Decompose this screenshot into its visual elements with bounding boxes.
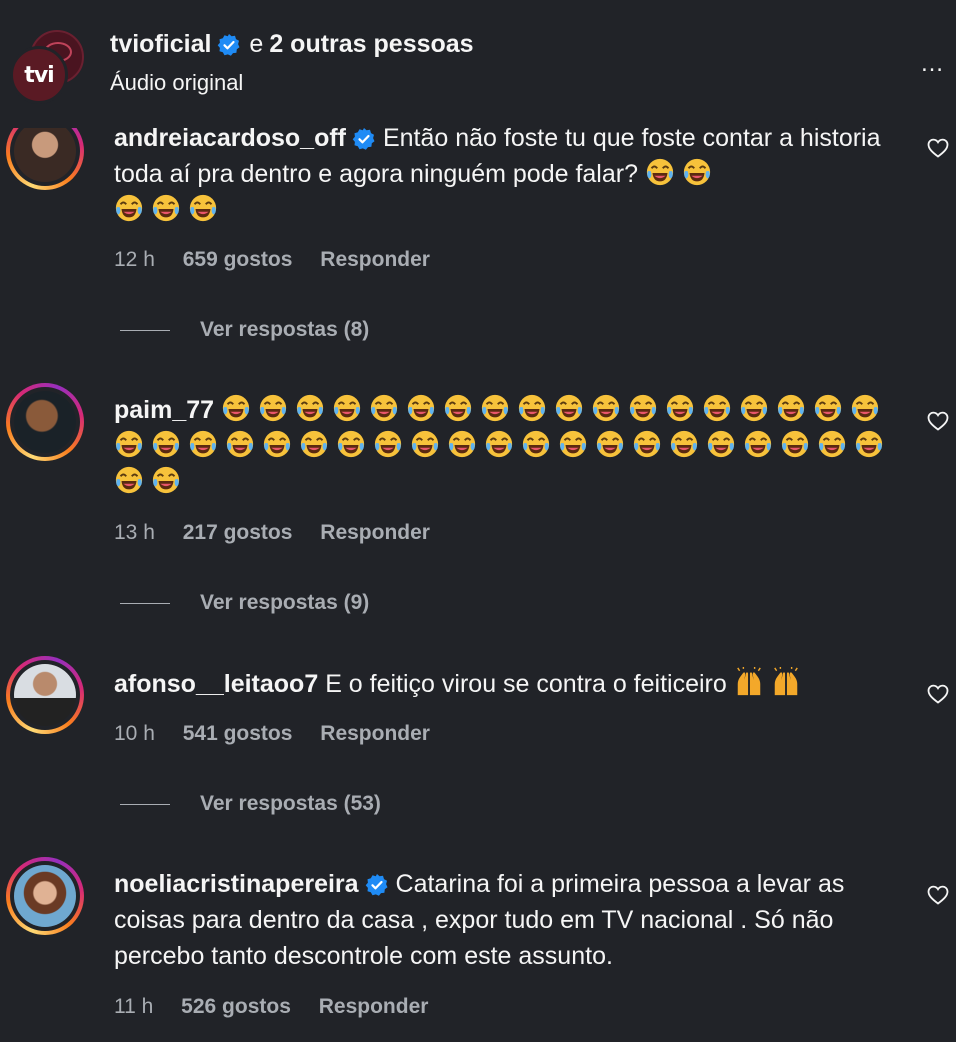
laugh-emoji-icon xyxy=(780,429,810,459)
comment-meta: 10 h 541 gostos Responder xyxy=(114,722,452,746)
laugh-emoji-icon xyxy=(480,393,510,423)
laugh-emoji-icon xyxy=(262,429,292,459)
laugh-emoji-icon xyxy=(447,429,477,459)
comment-text: afonso__leitaoo7 E o feitiço virou se co… xyxy=(114,666,894,702)
view-replies-button[interactable]: Ver respostas (53) xyxy=(120,792,381,816)
laugh-emoji-icon xyxy=(743,429,773,459)
comment-time: 10 h xyxy=(114,722,155,745)
comment-time: 13 h xyxy=(114,521,155,544)
laugh-emoji-icon xyxy=(854,429,884,459)
laugh-emojis xyxy=(114,396,891,496)
comment-username[interactable]: paim_77 xyxy=(114,396,214,424)
reply-button[interactable]: Responder xyxy=(320,521,430,544)
comment-meta: 13 h 217 gostos Responder xyxy=(114,521,452,545)
verified-badge-icon xyxy=(365,873,389,897)
like-heart-icon[interactable] xyxy=(926,409,950,433)
laugh-emoji-icon xyxy=(299,429,329,459)
view-replies-label: Ver respostas (9) xyxy=(200,591,370,614)
divider-line xyxy=(120,803,170,805)
laugh-emoji-icon xyxy=(188,429,218,459)
raising-hands-emojis xyxy=(734,670,808,698)
avatar[interactable] xyxy=(6,656,84,734)
laugh-emoji-icon xyxy=(114,465,144,495)
reply-button[interactable]: Responder xyxy=(319,995,429,1018)
laugh-emoji-icon xyxy=(776,393,806,423)
laugh-emoji-icon xyxy=(336,429,366,459)
comment-body: E o feitiço virou se contra o feiticeiro xyxy=(325,670,727,698)
avatar[interactable] xyxy=(6,857,84,935)
divider-line xyxy=(120,602,170,604)
account-name[interactable]: tvioficial xyxy=(110,30,211,59)
laugh-emoji-icon xyxy=(628,393,658,423)
laugh-emoji-icon xyxy=(443,393,473,423)
laugh-emoji-icon xyxy=(406,393,436,423)
comment-username[interactable]: andreiacardoso_off xyxy=(114,124,346,152)
header-title: tvioficial e 2 outras pessoas xyxy=(110,30,474,59)
comment-text: paim_77 xyxy=(114,392,894,500)
laugh-emoji-icon xyxy=(225,429,255,459)
laugh-emoji-icon xyxy=(558,429,588,459)
like-heart-icon[interactable] xyxy=(926,136,950,160)
comment-text: noeliacristinapereira Catarina foi a pri… xyxy=(114,866,894,974)
account-avatar[interactable]: tvi xyxy=(8,30,84,104)
laugh-emoji-icon xyxy=(817,429,847,459)
laugh-emoji-icon xyxy=(373,429,403,459)
laugh-emoji-icon xyxy=(484,429,514,459)
connector-text: e xyxy=(249,30,264,58)
laugh-emoji-icon xyxy=(517,393,547,423)
laugh-emoji-icon xyxy=(258,393,288,423)
post-header: tvi tvioficial e 2 outras pessoas Áudio … xyxy=(0,0,956,128)
comment-meta: 11 h 526 gostos Responder xyxy=(114,995,450,1019)
laugh-emoji-icon xyxy=(221,393,251,423)
like-heart-icon[interactable] xyxy=(926,883,950,907)
avatar[interactable] xyxy=(6,383,84,461)
laugh-emoji-icon xyxy=(813,393,843,423)
laugh-emoji-icon xyxy=(702,393,732,423)
laugh-emoji-icon xyxy=(591,393,621,423)
laugh-emoji-icon xyxy=(665,393,695,423)
comment-likes[interactable]: 526 gostos xyxy=(181,995,291,1018)
laugh-emoji-icon xyxy=(295,393,325,423)
like-heart-icon[interactable] xyxy=(926,682,950,706)
audio-label[interactable]: Áudio original xyxy=(110,70,243,96)
laugh-emoji-icon xyxy=(332,393,362,423)
divider-line xyxy=(120,329,170,331)
view-replies-button[interactable]: Ver respostas (9) xyxy=(120,591,369,615)
laugh-emoji-icon xyxy=(554,393,584,423)
laugh-emoji-icon xyxy=(669,429,699,459)
laugh-emoji-icon xyxy=(151,429,181,459)
laugh-emoji-icon xyxy=(369,393,399,423)
comment-likes[interactable]: 217 gostos xyxy=(183,521,293,544)
comment-username[interactable]: afonso__leitaoo7 xyxy=(114,670,318,698)
comment-text: andreiacardoso_off Então não foste tu qu… xyxy=(114,120,894,228)
comment-time: 12 h xyxy=(114,248,155,271)
comment-likes[interactable]: 541 gostos xyxy=(183,722,293,745)
laugh-emoji-icon xyxy=(595,429,625,459)
laugh-emoji-icon xyxy=(151,465,181,495)
laugh-emoji-icon xyxy=(706,429,736,459)
others-link[interactable]: 2 outras pessoas xyxy=(269,30,473,59)
laugh-emoji-icon xyxy=(632,429,662,459)
comment-likes[interactable]: 659 gostos xyxy=(183,248,293,271)
tvi-logo: tvi xyxy=(10,46,68,104)
view-replies-button[interactable]: Ver respostas (8) xyxy=(120,318,369,342)
reply-button[interactable]: Responder xyxy=(320,722,430,745)
laugh-emoji-icon xyxy=(114,429,144,459)
laugh-emoji-icon xyxy=(410,429,440,459)
verified-badge-icon xyxy=(352,127,376,151)
view-replies-label: Ver respostas (53) xyxy=(200,792,381,815)
comment-time: 11 h xyxy=(114,995,154,1018)
laugh-emoji-icon xyxy=(739,393,769,423)
laugh-emoji-icon xyxy=(850,393,880,423)
comment-meta: 12 h 659 gostos Responder xyxy=(114,248,452,272)
reply-button[interactable]: Responder xyxy=(320,248,430,271)
more-options-icon[interactable]: … xyxy=(920,50,945,78)
laugh-emoji-icon xyxy=(521,429,551,459)
comment-username[interactable]: noeliacristinapereira xyxy=(114,870,359,898)
view-replies-label: Ver respostas (8) xyxy=(200,318,370,341)
verified-badge-icon xyxy=(217,33,241,57)
